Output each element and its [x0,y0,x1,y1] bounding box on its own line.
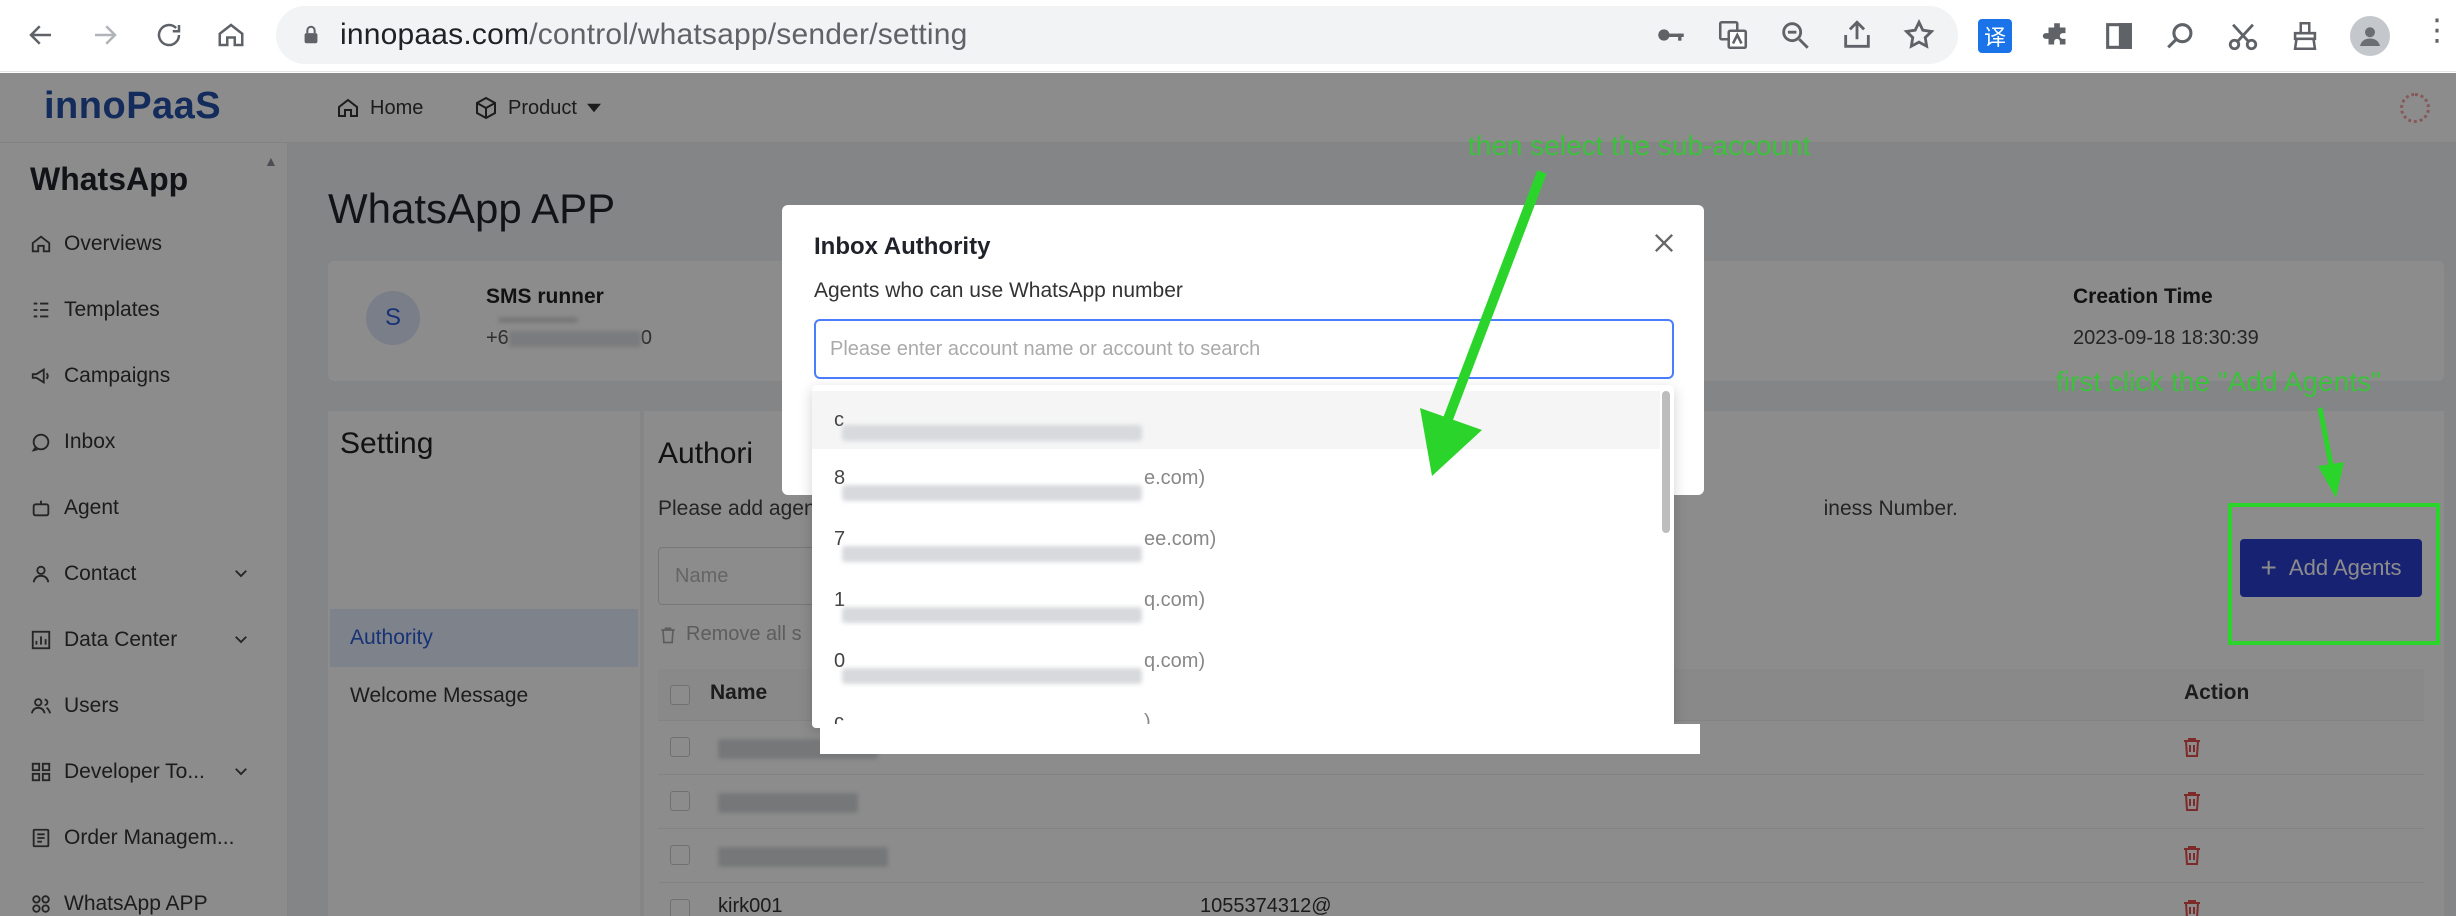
dropdown-footer [820,724,1700,754]
reload-button[interactable] [142,8,196,62]
annotation-highlight-box [2228,503,2440,645]
search-lens-icon[interactable] [2164,19,2198,53]
scissors-icon[interactable] [2226,19,2260,53]
url-text: innopaas.com/control/whatsapp/sender/set… [340,18,968,51]
key-icon[interactable] [1654,18,1688,52]
home-icon [218,23,244,47]
person-icon [2360,27,2380,46]
forward-button[interactable] [78,8,132,62]
sidepanel-icon[interactable] [2102,19,2136,53]
agent-dropdown: c 8 e.com) 7 ee.com) 1 q.com) 0 q.com) c… [812,385,1674,728]
puzzle-extension-icon[interactable] [2040,19,2074,53]
redacted-bar [842,668,1142,684]
share-icon[interactable] [1840,18,1874,52]
annotation-select-sub-account: then select the sub-account [1468,130,1811,161]
modal-subtitle: Agents who can use WhatsApp number [814,279,1183,302]
annotation-click-add-agents: first click the "Add Agents" [2056,366,2381,397]
browser-toolbar: innopaas.com/control/whatsapp/sender/set… [0,0,2456,72]
dropdown-option[interactable]: 8 e.com) [812,449,1660,507]
agent-search-input[interactable]: Please enter account name or account to … [814,319,1674,379]
dropdown-option[interactable]: 7 ee.com) [812,510,1660,568]
dropdown-option[interactable]: c ) [812,693,1660,729]
translate-extension-icon[interactable]: 译 [1978,19,2012,53]
profile-avatar[interactable] [2350,16,2390,56]
forward-arrow-icon [95,25,117,45]
star-icon[interactable] [1902,18,1936,52]
close-icon[interactable] [1650,229,1678,257]
lock-icon [304,25,318,44]
zoom-out-icon[interactable] [1778,18,1812,52]
dropdown-option[interactable]: c [812,391,1660,449]
redacted-bar [842,607,1142,623]
dropdown-option[interactable]: 0 q.com) [812,632,1660,690]
address-bar[interactable]: innopaas.com/control/whatsapp/sender/set… [276,6,1958,64]
browser-menu-icon[interactable]: ⋮ [2422,16,2452,46]
reload-icon [157,23,181,47]
back-arrow-icon [29,25,51,45]
modal-title: Inbox Authority [814,233,991,260]
dropdown-option[interactable]: 1 q.com) [812,571,1660,629]
dropdown-scrollbar[interactable] [1662,391,1670,533]
translate-icon[interactable] [1716,18,1750,52]
redacted-bar [842,485,1142,501]
home-button[interactable] [204,8,258,62]
redacted-bar [842,425,1142,441]
redacted-bar [842,546,1142,562]
back-button[interactable] [14,8,68,62]
broom-icon[interactable] [2288,19,2322,53]
